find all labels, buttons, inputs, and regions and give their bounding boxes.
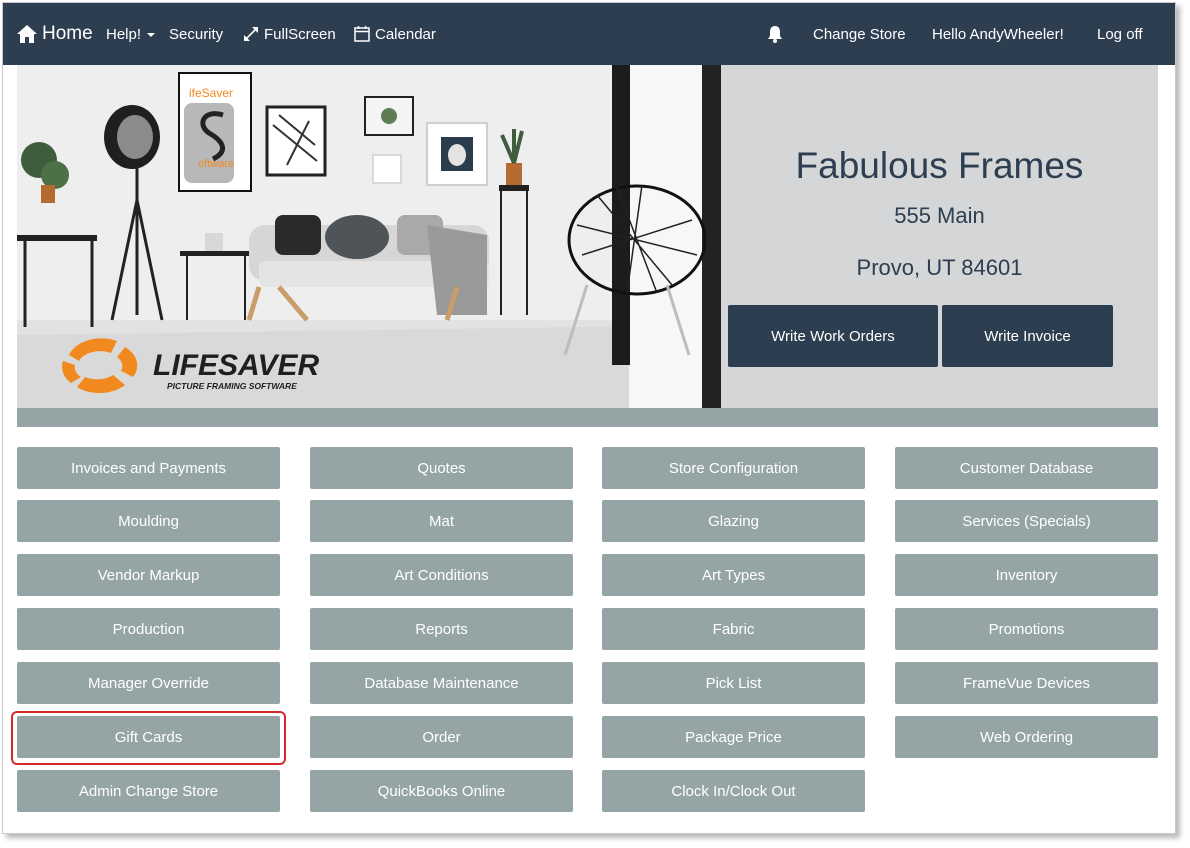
nav-fullscreen-label: FullScreen (264, 25, 336, 43)
store-info-panel: Fabulous Frames 555 Main Provo, UT 84601… (721, 65, 1158, 408)
tile-manager-override-button[interactable]: Manager Override (17, 662, 280, 704)
bell-icon (768, 26, 782, 43)
brand-tagline: PICTURE FRAMING SOFTWARE (167, 381, 297, 391)
tile-fabric-button[interactable]: Fabric (602, 608, 865, 650)
write-invoice-button[interactable]: Write Invoice (942, 305, 1113, 367)
tile-art-types-button[interactable]: Art Types (602, 554, 865, 596)
nav-user-greeting[interactable]: Hello AndyWheeler! (932, 3, 1064, 65)
tile-gift-cards-button[interactable]: Gift Cards (17, 716, 280, 758)
tile-pick-list-button[interactable]: Pick List (602, 662, 865, 704)
tile-order-button[interactable]: Order (310, 716, 573, 758)
store-address-line2: Provo, UT 84601 (856, 255, 1023, 280)
tile-reports-button[interactable]: Reports (310, 608, 573, 650)
tile-mat-button[interactable]: Mat (310, 500, 573, 542)
tile-art-conditions-button[interactable]: Art Conditions (310, 554, 573, 596)
nav-calendar[interactable]: Calendar (353, 3, 436, 65)
nav-calendar-label: Calendar (375, 25, 436, 43)
home-icon (17, 25, 37, 43)
hero-image: ifeSaver oftware LIFESAVER PICTURE FRAMI… (17, 65, 721, 408)
caret-down-icon (147, 33, 156, 37)
nav-change-store-label: Change Store (813, 25, 906, 43)
tile-invoices-and-payments-button[interactable]: Invoices and Payments (17, 447, 280, 489)
tile-glazing-button[interactable]: Glazing (602, 500, 865, 542)
tile-vendor-markup-button[interactable]: Vendor Markup (17, 554, 280, 596)
nav-notifications[interactable] (765, 3, 789, 65)
write-work-orders-button[interactable]: Write Work Orders (728, 305, 938, 367)
store-name: Fabulous Frames (795, 145, 1084, 186)
tile-database-maintenance-button[interactable]: Database Maintenance (310, 662, 573, 704)
nav-help-label: Help! (106, 25, 142, 43)
nav-security-label: Security (169, 25, 224, 43)
nav-logoff-label: Log off (1097, 25, 1143, 43)
logo-board-text-top: ifeSaver (189, 86, 233, 100)
app-window: Home Help! Security FullScreen Calendar … (2, 2, 1176, 834)
tile-store-configuration-button[interactable]: Store Configuration (602, 447, 865, 489)
tile-clock-in-clock-out-button[interactable]: Clock In/Clock Out (602, 770, 865, 812)
expand-icon (244, 27, 258, 41)
nav-help-dropdown[interactable]: Help! (106, 3, 156, 65)
tile-inventory-button[interactable]: Inventory (895, 554, 1158, 596)
tile-framevue-devices-button[interactable]: FrameVue Devices (895, 662, 1158, 704)
top-navbar: Home Help! Security FullScreen Calendar … (3, 3, 1175, 65)
tile-quotes-button[interactable]: Quotes (310, 447, 573, 489)
nav-fullscreen[interactable]: FullScreen (242, 3, 336, 65)
calendar-icon (354, 26, 370, 42)
tile-web-ordering-button[interactable]: Web Ordering (895, 716, 1158, 758)
hero-divider-strip (17, 408, 1158, 427)
tile-promotions-button[interactable]: Promotions (895, 608, 1158, 650)
tile-admin-change-store-button[interactable]: Admin Change Store (17, 770, 280, 812)
tile-quickbooks-online-button[interactable]: QuickBooks Online (310, 770, 573, 812)
living-room-illustration: ifeSaver oftware LIFESAVER PICTURE FRAMI… (17, 65, 721, 408)
tile-package-price-button[interactable]: Package Price (602, 716, 865, 758)
tile-services-specials-button[interactable]: Services (Specials) (895, 500, 1158, 542)
nav-home[interactable]: Home (16, 3, 93, 65)
tile-moulding-button[interactable]: Moulding (17, 500, 280, 542)
tile-customer-database-button[interactable]: Customer Database (895, 447, 1158, 489)
tile-production-button[interactable]: Production (17, 608, 280, 650)
brand-name: LIFESAVER (153, 349, 319, 382)
store-address-line1: 555 Main (894, 203, 985, 228)
nav-user-greeting-label: Hello AndyWheeler! (932, 25, 1064, 43)
nav-change-store[interactable]: Change Store (813, 3, 906, 65)
nav-logoff[interactable]: Log off (1097, 3, 1143, 65)
nav-home-label: Home (42, 23, 93, 44)
nav-security[interactable]: Security (169, 3, 223, 65)
